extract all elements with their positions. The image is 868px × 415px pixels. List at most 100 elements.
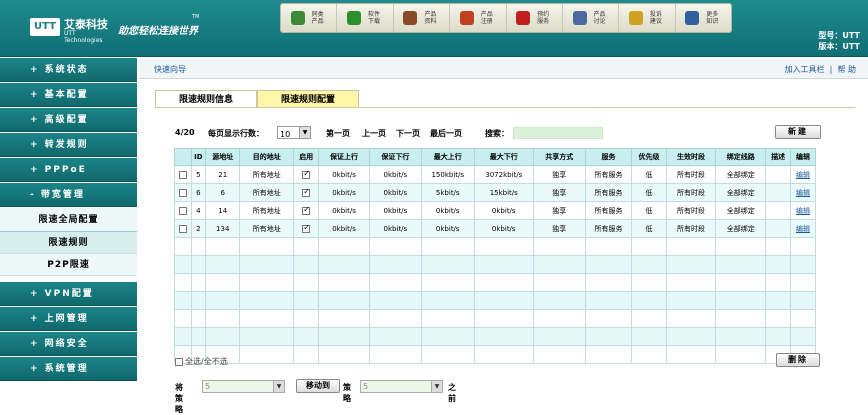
prev-page-link[interactable]: 上一页	[362, 128, 386, 139]
topnav-label-line2: 服务	[537, 18, 550, 25]
enabled-checkbox[interactable]	[302, 169, 311, 179]
enabled-checkbox[interactable]	[302, 187, 311, 197]
help-link[interactable]: 帮 助	[837, 65, 856, 74]
cell-share: 独享	[532, 201, 586, 220]
cell-edit	[790, 255, 816, 274]
trademark: TM	[192, 14, 200, 20]
topnav-item-1[interactable]: 软件 下载	[337, 4, 394, 32]
row-select-cell	[174, 201, 192, 220]
topnav-label-line1: 预约	[537, 11, 550, 18]
cell-desc	[765, 273, 792, 292]
edit-link[interactable]: 编辑	[796, 171, 810, 179]
topnav-label-line2: 讨论	[593, 18, 606, 25]
cell-md: 3072kbit/s	[473, 165, 534, 184]
chevron-down-icon: ▼	[431, 381, 442, 392]
cell-svc: 所有服务	[584, 165, 633, 184]
model-label: 型号：UTT	[818, 31, 860, 40]
col-share-mode: 共享方式	[532, 148, 586, 166]
tab-rate-limit-rule-config[interactable]: 限速规则配置	[257, 90, 359, 108]
cell-enable	[293, 309, 320, 328]
cell-id: 5	[190, 165, 207, 184]
cell-gu	[318, 273, 370, 292]
add-to-toolbar-link[interactable]: 加入工具栏	[785, 65, 825, 74]
tab-rate-limit-rule-info[interactable]: 限速规则信息	[155, 90, 257, 108]
select-all-checkbox[interactable]	[175, 357, 183, 366]
cell-md: 15kbit/s	[473, 183, 534, 202]
topnav-label-line2: 下载	[368, 18, 381, 25]
cell-time	[665, 273, 717, 292]
sidebar-sub-global-rate-limit[interactable]: 限速全局配置	[0, 208, 137, 232]
topnav-item-5[interactable]: 产品 讨论	[563, 4, 620, 32]
move-to-select[interactable]: 5 ▼	[360, 380, 443, 393]
cell-enable	[293, 237, 320, 256]
topnav-item-0[interactable]: 同类 产品	[281, 4, 338, 32]
col-edit: 编辑	[790, 148, 816, 166]
topnav-item-6[interactable]: 投诉 建议	[619, 4, 676, 32]
sidebar-item-pppoe[interactable]: + PPPoE	[0, 158, 137, 182]
cell-desc	[765, 165, 792, 184]
enabled-checkbox[interactable]	[302, 205, 311, 215]
cell-mu: 0kbit/s	[420, 201, 475, 220]
cell-enable	[293, 183, 320, 202]
search-input[interactable]	[513, 127, 603, 139]
cell-src	[205, 273, 241, 292]
sidebar-item-bandwidth-management[interactable]: - 带宽管理	[0, 183, 137, 207]
cell-gd	[368, 309, 422, 328]
topnav-label: 同类 产品	[309, 11, 327, 25]
sidebar-item-vpn-config[interactable]: + VPN配置	[0, 282, 137, 306]
cell-gu	[318, 309, 370, 328]
cell-desc	[765, 219, 792, 238]
cell-desc	[765, 237, 792, 256]
row-select-checkbox[interactable]	[178, 206, 187, 215]
topnav-label-line2: 建议	[649, 18, 662, 25]
quick-wizard-link[interactable]: 快速向导	[154, 64, 186, 75]
sidebar-item-system-status[interactable]: + 系统状态	[0, 58, 137, 82]
row-select-checkbox[interactable]	[178, 188, 187, 197]
sidebar-item-advanced-config[interactable]: + 高级配置	[0, 108, 137, 132]
new-button[interactable]: 新建	[775, 125, 821, 139]
cell-line	[715, 309, 767, 328]
sidebar-item-internet-management[interactable]: + 上网管理	[0, 307, 137, 331]
model-info: 型号：UTT 版本：UTT	[818, 30, 860, 52]
last-page-link[interactable]: 最后一页	[430, 128, 462, 139]
row-select-cell	[174, 327, 192, 346]
sidebar-item-basic-config[interactable]: + 基本配置	[0, 83, 137, 107]
sidebar-item-forwarding-rules[interactable]: + 转发规则	[0, 133, 137, 157]
rows-per-page-select[interactable]: 10 ▼	[277, 126, 311, 139]
first-page-link[interactable]: 第一页	[326, 128, 350, 139]
move-from-select[interactable]: 5 ▼	[202, 380, 285, 393]
move-policy-label: 将策略	[175, 383, 183, 414]
topnav-label-line1: 同类	[311, 11, 324, 18]
rules-table: ID 源地址 目的地址 启用 保证上行 保证下行 最大上行 最大下行 共享方式 …	[174, 148, 816, 364]
enabled-checkbox[interactable]	[302, 223, 311, 233]
row-select-checkbox[interactable]	[178, 224, 187, 233]
sidebar-sub-rate-limit-rules[interactable]: 限速规则	[0, 232, 137, 254]
row-select-cell	[174, 183, 192, 202]
cell-share	[532, 309, 586, 328]
sidebar-item-system-management[interactable]: + 系统管理	[0, 357, 137, 381]
topnav-item-3[interactable]: 产品 注册	[450, 4, 507, 32]
cell-md	[473, 291, 534, 310]
tab-bar: 限速规则信息 限速规则配置	[155, 90, 359, 108]
row-select-checkbox[interactable]	[178, 170, 187, 179]
topnav-item-7[interactable]: 更多 知识	[676, 4, 731, 32]
table-row: 2134所有地址0kbit/s0kbit/s0kbit/s0kbit/s独享所有…	[174, 219, 816, 238]
select-all-control[interactable]: 全选/全不选	[175, 356, 228, 367]
col-max-down: 最大下行	[473, 148, 534, 166]
sidebar-item-network-security[interactable]: + 网络安全	[0, 332, 137, 356]
link-separator: |	[829, 65, 833, 74]
edit-link[interactable]: 编辑	[796, 189, 810, 197]
cell-desc	[765, 183, 792, 202]
cell-share: 独享	[532, 183, 586, 202]
sidebar-sub-p2p-rate-limit[interactable]: P2P限速	[0, 254, 137, 276]
topnav-item-4[interactable]: 预约 服务	[507, 4, 563, 32]
edit-link[interactable]: 编辑	[796, 207, 810, 215]
move-to-button[interactable]: 移动到	[296, 379, 340, 393]
next-page-link[interactable]: 下一页	[396, 128, 420, 139]
cell-md	[473, 255, 534, 274]
topnav-item-2[interactable]: 产品 资料	[394, 4, 451, 32]
edit-link[interactable]: 编辑	[796, 225, 810, 233]
suggestion-person-icon	[628, 11, 643, 25]
cell-svc	[584, 291, 633, 310]
delete-button[interactable]: 删除	[776, 353, 820, 367]
